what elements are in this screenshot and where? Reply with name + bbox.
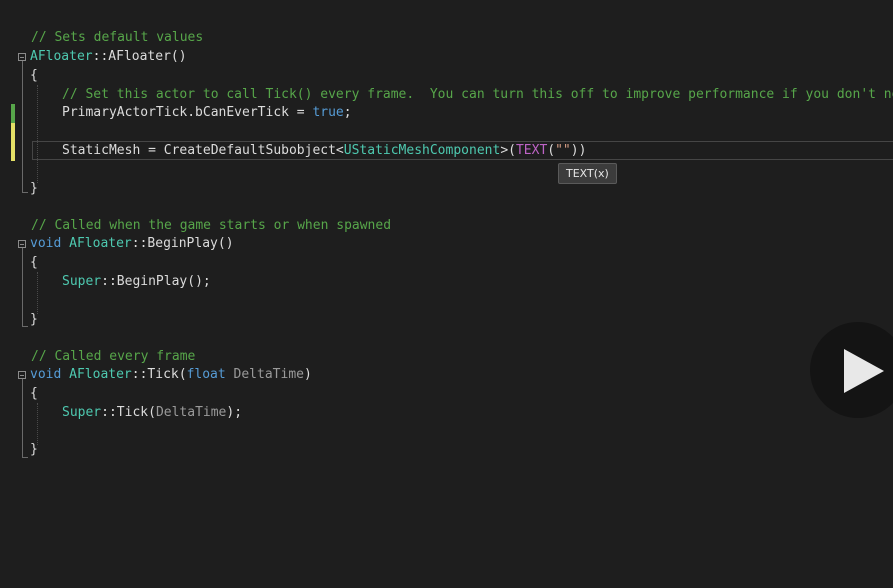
indent-guide	[37, 85, 38, 183]
code-token-comment: // Called when the game starts or when s…	[31, 218, 392, 233]
code-line[interactable]: // Called when the game starts or when s…	[31, 216, 391, 235]
play-icon	[844, 349, 884, 393]
code-line[interactable]: // Sets default values	[31, 28, 203, 47]
code-token-class: UStaticMeshComponent	[343, 143, 501, 158]
code-editor[interactable]: // Sets default valuesAFloater::AFloater…	[0, 0, 893, 588]
code-token-text: );	[226, 405, 243, 420]
code-line[interactable]: void AFloater::Tick(float DeltaTime)	[30, 365, 312, 384]
code-token-kw: float	[186, 367, 226, 382]
code-token-text: {	[30, 255, 38, 270]
code-token-text: }	[30, 181, 38, 196]
code-token-text: ()	[217, 236, 234, 251]
code-token-comment: // Set this actor to call Tick() every f…	[62, 87, 893, 102]
code-line[interactable]: }	[30, 440, 38, 459]
code-token-text: (	[148, 405, 156, 420]
fold-line	[22, 379, 23, 457]
code-line[interactable]: Super::BeginPlay();	[62, 272, 211, 291]
fold-line-end	[22, 457, 28, 458]
code-token-text: ::	[131, 367, 148, 382]
code-token-text: ))	[570, 143, 587, 158]
code-token-text: StaticMesh = CreateDefaultSubobject<	[62, 143, 344, 158]
code-token-func: BeginPlay	[116, 274, 188, 289]
code-token-text: (	[547, 143, 556, 158]
code-token-text: PrimaryActorTick.bCanEverTick =	[62, 105, 313, 120]
code-token-macro: TEXT	[515, 143, 548, 158]
code-token-text: )	[303, 367, 312, 382]
fold-line	[22, 248, 23, 326]
code-token-kw: true	[312, 105, 344, 120]
code-token-text: {	[30, 386, 38, 401]
code-line[interactable]: // Set this actor to call Tick() every f…	[62, 85, 893, 104]
code-line[interactable]: }	[30, 179, 38, 198]
code-token-class: AFloater	[30, 49, 93, 64]
code-token-func: AFloater	[108, 49, 171, 64]
indent-guide	[37, 272, 38, 314]
code-line[interactable]: {	[30, 384, 38, 403]
fold-toggle-constructor[interactable]	[18, 53, 26, 61]
fold-line	[22, 61, 23, 192]
code-token-comment: // Sets default values	[31, 30, 204, 45]
code-token-text: ::	[131, 236, 148, 251]
code-token-param: DeltaTime	[155, 405, 227, 420]
fold-line-end	[22, 326, 28, 327]
code-token-kw: void	[30, 367, 62, 382]
code-token-comment: // Called every frame	[31, 349, 196, 364]
code-token-class: AFloater	[69, 236, 132, 251]
code-token-text: (	[178, 367, 187, 382]
code-token-text: {	[30, 68, 38, 83]
change-bar-saved	[11, 104, 15, 123]
code-line[interactable]: StaticMesh = CreateDefaultSubobject<USta…	[62, 141, 586, 160]
code-token-kw: void	[30, 236, 62, 251]
code-token-func: Tick	[147, 367, 179, 382]
code-line[interactable]: void AFloater::BeginPlay()	[30, 234, 234, 253]
code-token-class: Super	[62, 274, 102, 289]
fold-line-end	[22, 192, 28, 193]
change-bar-unsaved	[11, 123, 15, 161]
code-line[interactable]: {	[30, 253, 38, 272]
code-token-text: ::	[101, 405, 117, 420]
code-line[interactable]: {	[30, 66, 38, 85]
indent-guide	[37, 403, 38, 445]
code-token-string: ""	[555, 143, 571, 158]
code-token-text: ::	[101, 274, 117, 289]
code-token-class: AFloater	[69, 367, 132, 382]
code-line[interactable]: PrimaryActorTick.bCanEverTick = true;	[62, 103, 352, 122]
code-token-text: }	[30, 442, 38, 457]
code-token-func: Tick	[116, 405, 149, 420]
code-token-class: Super	[62, 405, 102, 420]
play-button[interactable]	[810, 322, 893, 418]
code-token-func: BeginPlay	[147, 236, 218, 251]
code-token-text: ;	[343, 105, 352, 120]
code-token-text: }	[30, 312, 38, 327]
code-token-text: >(	[500, 143, 516, 158]
code-line[interactable]: }	[30, 310, 38, 329]
code-token-param: DeltaTime	[233, 367, 304, 382]
code-line[interactable]: // Called every frame	[31, 347, 195, 366]
code-line[interactable]: AFloater::AFloater()	[30, 47, 187, 66]
fold-toggle-tick[interactable]	[18, 371, 26, 379]
code-token-text: ::	[92, 49, 109, 64]
code-line[interactable]: Super::Tick(DeltaTime);	[62, 403, 242, 422]
parameter-tooltip: TEXT(x)	[558, 163, 617, 184]
code-token-text: ();	[187, 274, 211, 289]
fold-toggle-beginplay[interactable]	[18, 240, 26, 248]
code-token-text: ()	[170, 49, 187, 64]
